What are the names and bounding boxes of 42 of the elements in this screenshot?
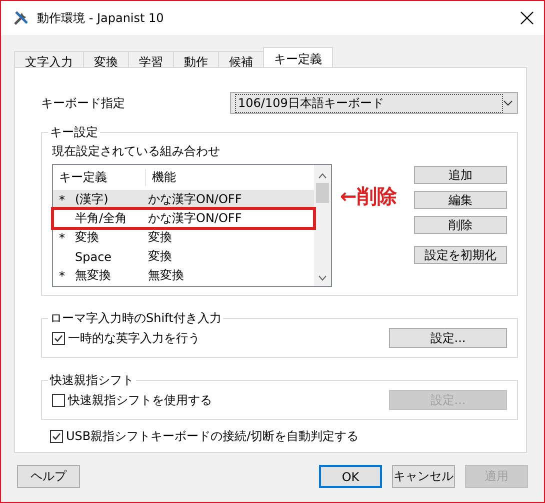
keyboard-dropdown[interactable]: 106/109日本語キーボード [230,92,518,114]
tab[interactable]: 動作 [173,51,219,67]
list-row[interactable]: * 無変換 無変換 [53,266,314,285]
scroll-down-icon[interactable] [318,275,327,281]
group-title: キー設定 [49,124,99,141]
checkbox[interactable] [52,332,65,344]
checkbox-label[interactable]: USB親指シフトキーボードの接続/切断を自動判定する [66,428,359,445]
scrollbar[interactable] [314,165,331,286]
checkbox-label[interactable]: 快速親指シフトを使用する [68,392,212,408]
checkbox[interactable] [50,430,63,443]
tab[interactable]: 文字入力 [14,51,84,67]
list-action-button[interactable]: 編集 [414,191,507,209]
list-action-button[interactable]: 追加 [414,166,507,184]
dialog-button[interactable]: キャンセル [392,465,455,488]
checkbox-label[interactable]: 一時的な英字入力を行う [68,330,200,346]
tab[interactable]: 変換 [83,51,129,67]
settings-button[interactable]: 設定... [389,328,507,348]
group-title: 快速親指シフト [48,372,135,389]
close-icon[interactable] [520,11,534,25]
annotation-label: ←削除 [340,183,398,210]
list-row[interactable]: * 変換 変換 [53,228,314,247]
list-label: 現在設定されている組み合わせ [52,143,221,160]
list-action-button[interactable]: 削除 [414,216,507,234]
tab[interactable]: 学習 [128,51,174,67]
dialog-button[interactable]: OK [319,465,382,488]
list-row[interactable]: 半角/全角 かな漢字ON/OFF [53,209,314,228]
group-title: ローマ字入力時のShift付き入力 [49,310,222,327]
tab[interactable]: 候補 [218,51,264,67]
tools-icon [13,10,29,26]
list-row[interactable]: Space 変換 [53,247,314,266]
column-header[interactable]: キー定義 [53,168,146,186]
scrollbar-thumb[interactable] [316,183,329,203]
key-list[interactable]: キー定義 機能 * (漢字) かな漢字ON/OFF 半角/全角 かな漢字ON/OFF * 変換 変換 Space 変換 * 無変換 無変換 [52,164,332,287]
window-title: 動作環境 - Japanist 10 [37,10,165,26]
list-action-button[interactable]: 設定を初期化 [414,246,507,264]
chevron-down-icon[interactable] [503,100,513,106]
field-label: キーボード指定 [41,94,126,112]
tab[interactable]: キー定義 [263,47,333,67]
help-button[interactable]: ヘルプ [17,465,80,488]
checkbox[interactable] [52,394,65,406]
scroll-up-icon[interactable] [318,173,327,179]
column-header[interactable]: 機能 [146,168,176,186]
